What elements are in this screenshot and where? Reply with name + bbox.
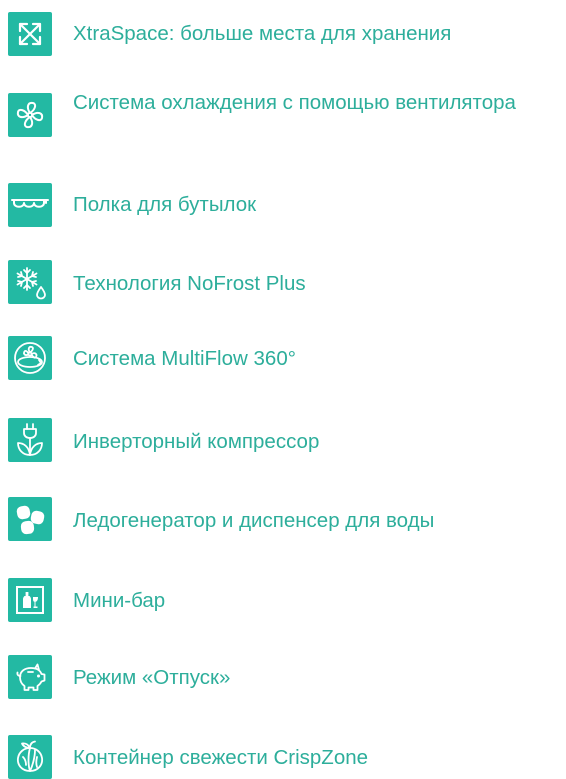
feature-label: Технология NoFrost Plus: [73, 272, 306, 295]
minibar-icon: [8, 578, 52, 622]
vegetables-icon: [8, 735, 52, 779]
piggy-bank-icon: [8, 655, 52, 699]
feature-label: Режим «Отпуск»: [73, 666, 231, 689]
expand-arrows-icon: [8, 12, 52, 56]
feature-label: Полка для бутылок: [73, 193, 257, 216]
multiflow-icon: [8, 336, 52, 380]
feature-label: Инверторный компрессор: [73, 430, 320, 453]
feature-label: XtraSpace: больше места для хранения: [73, 22, 452, 45]
plug-leaf-icon: [8, 418, 52, 462]
feature-list: XtraSpace: больше места для хранения Сис…: [0, 0, 566, 779]
ice-cubes-icon: [8, 497, 52, 541]
feature-label: Контейнер свежести CrispZone: [73, 746, 369, 769]
feature-label: Система MultiFlow 360°: [73, 347, 296, 370]
bottle-shelf-icon: [8, 183, 52, 227]
feature-label: Мини-бар: [73, 589, 166, 612]
feature-label: Ледогенератор и диспенсер для воды: [73, 509, 435, 532]
feature-label: Система охлаждения с помощью вентилятора: [73, 91, 516, 114]
snowflake-drop-icon: [8, 260, 52, 304]
fan-icon: [8, 93, 52, 137]
